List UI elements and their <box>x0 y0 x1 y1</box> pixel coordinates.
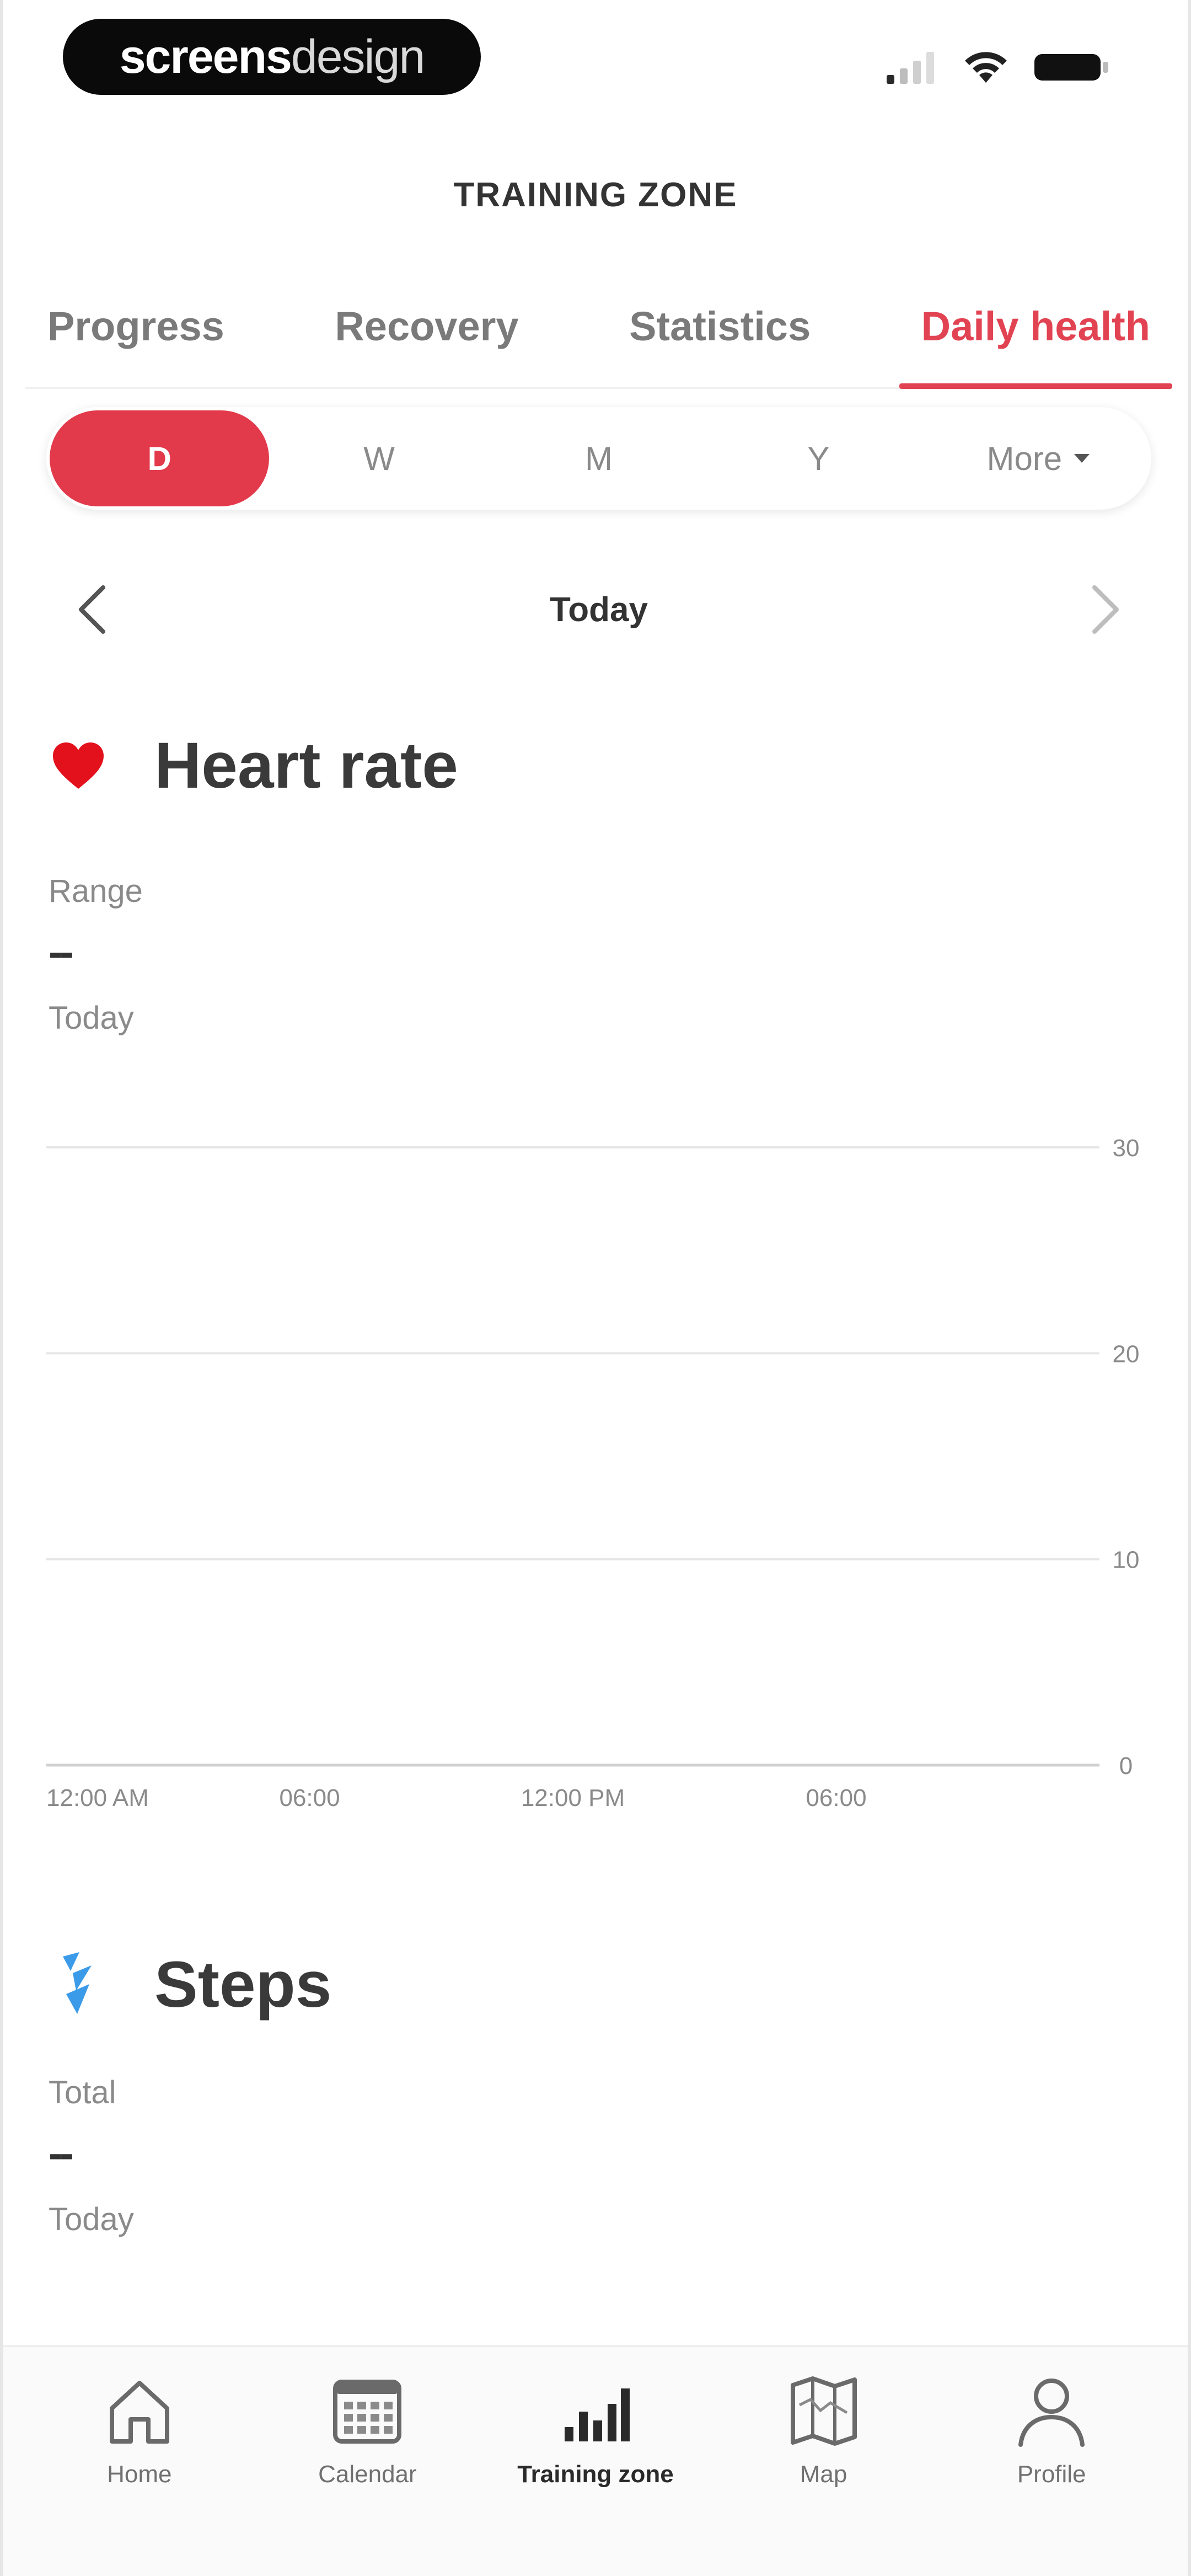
period-more-label: More <box>986 440 1063 477</box>
tab-daily-health[interactable]: Daily health <box>899 265 1173 389</box>
wifi-icon <box>965 52 1007 83</box>
period-month[interactable]: M <box>489 410 709 506</box>
heart-rate-stat-label: Range <box>49 873 143 909</box>
next-day-button[interactable] <box>1073 576 1139 643</box>
chart-y-tick-label: 10 <box>1113 1547 1140 1574</box>
nav-calendar-label: Calendar <box>318 2461 417 2488</box>
heart-rate-chart: 0 10 20 30 12:00 AM 06:00 12:00 PM 06:00 <box>46 1135 1140 1811</box>
tab-progress[interactable]: Progress <box>25 265 246 387</box>
profile-icon <box>1018 2379 1085 2447</box>
bottom-navigation: Home Calendar Training zone Map Profile <box>3 2345 1188 2576</box>
date-navigation: Today <box>58 574 1139 645</box>
chevron-down-icon <box>1074 454 1090 463</box>
tab-recovery[interactable]: Recovery <box>313 265 540 387</box>
logo-text-bold: screens <box>119 30 292 83</box>
heart-rate-stat-period: Today <box>49 1000 134 1036</box>
previous-day-button[interactable] <box>58 576 125 643</box>
nav-home[interactable]: Home <box>40 2347 239 2576</box>
home-icon <box>109 2381 169 2444</box>
chart-x-tick-label: 06:00 <box>806 1784 866 1811</box>
tab-statistics[interactable]: Statistics <box>607 265 833 387</box>
chevron-right-icon <box>1092 585 1119 634</box>
steps-stat-value: -- <box>49 2129 74 2177</box>
signal-icon <box>887 52 934 84</box>
chevron-left-icon <box>79 585 105 634</box>
steps-icon <box>63 1952 92 2014</box>
nav-training-zone-label: Training zone <box>517 2461 674 2488</box>
nav-map-label: Map <box>800 2461 847 2488</box>
chart-x-tick-label: 12:00 PM <box>521 1784 625 1811</box>
chart-y-tick-label: 30 <box>1113 1135 1140 1162</box>
chart-y-tick-label: 20 <box>1113 1340 1140 1367</box>
chart-x-tick-label: 06:00 <box>279 1784 340 1811</box>
period-year[interactable]: Y <box>709 410 928 506</box>
period-more-dropdown[interactable]: More <box>929 410 1148 506</box>
heart-rate-header: Heart rate <box>51 728 458 803</box>
nav-home-label: Home <box>107 2461 172 2488</box>
bar-chart-icon <box>564 2388 630 2441</box>
nav-profile[interactable]: Profile <box>952 2347 1151 2576</box>
heart-rate-stat-value: -- <box>49 927 74 976</box>
steps-title: Steps <box>154 1948 332 2021</box>
battery-icon <box>1034 54 1108 81</box>
date-label: Today <box>550 590 648 629</box>
logo-text: screensdesign <box>119 30 426 84</box>
period-week[interactable]: W <box>269 410 489 506</box>
calendar-icon <box>333 2380 402 2444</box>
chart-x-tick-label: 12:00 AM <box>46 1784 149 1811</box>
heart-icon <box>53 742 104 789</box>
steps-stat-label: Total <box>49 2075 116 2110</box>
page-title: TRAINING ZONE <box>453 176 738 214</box>
steps-stat-period: Today <box>49 2201 134 2237</box>
logo-text-light: design <box>291 30 425 83</box>
nav-calendar[interactable]: Calendar <box>268 2347 466 2576</box>
nav-training-zone[interactable]: Training zone <box>496 2347 695 2576</box>
steps-header: Steps <box>51 1947 331 2022</box>
chart-y-tick-label: 0 <box>1119 1752 1133 1779</box>
nav-profile-label: Profile <box>1017 2461 1086 2488</box>
map-icon <box>790 2376 857 2446</box>
heart-rate-title: Heart rate <box>154 729 458 802</box>
nav-map[interactable]: Map <box>725 2347 923 2576</box>
status-bar: screensdesign <box>3 0 1188 121</box>
period-selector: D W M Y More <box>46 407 1151 510</box>
status-icons <box>886 50 1110 85</box>
top-tabs: Progress Recovery Statistics Daily healt… <box>25 265 1173 389</box>
period-day[interactable]: D <box>50 410 270 506</box>
phone-screen: screensdesign TRAINING ZONE Progress Rec… <box>0 0 1191 2576</box>
screensdesign-logo: screensdesign <box>63 19 481 95</box>
